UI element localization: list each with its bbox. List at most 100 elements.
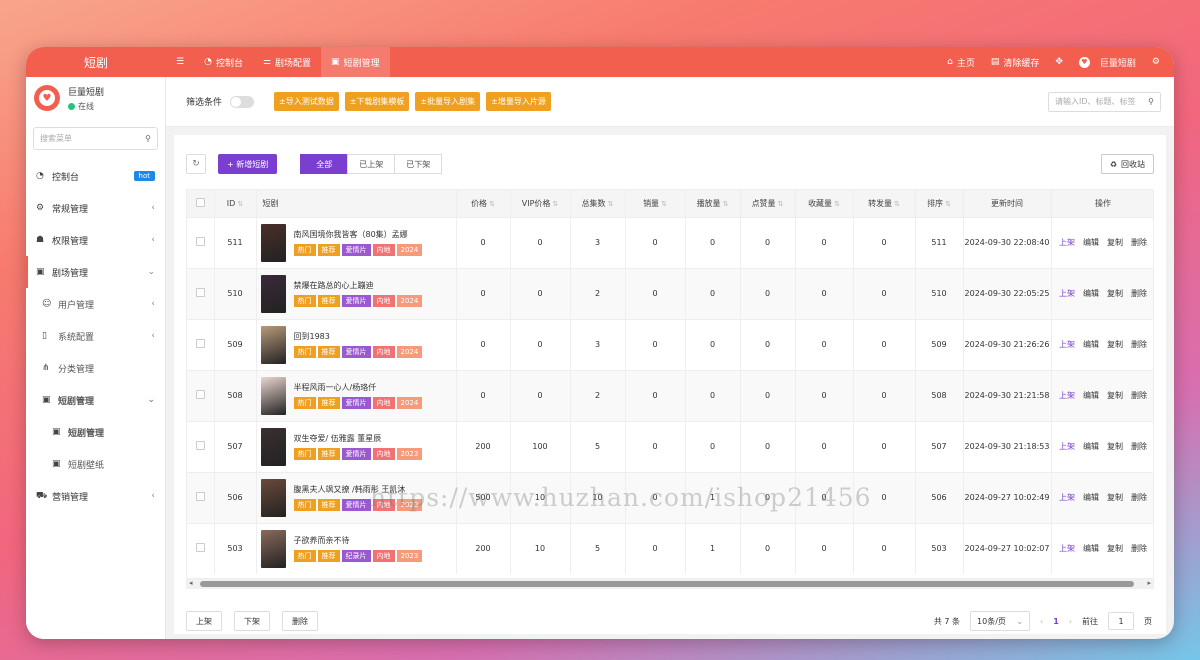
row-copy-link[interactable]: 复制 [1107, 339, 1123, 350]
sidebar-item-drama-group[interactable]: ▣ 短剧管理 ⌄ [26, 384, 165, 416]
drama-title: 禁爆在路总的心上蹦迪 [293, 281, 374, 290]
row-checkbox[interactable] [187, 267, 215, 319]
batch-import-button[interactable]: ±批量导入剧集 [415, 92, 481, 111]
home-link[interactable]: ⌂ 主页 [939, 47, 983, 77]
settings-button[interactable]: ⚙ [1144, 47, 1168, 77]
sidebar-item-marketing[interactable]: ⛟ 营销管理 ‹ [26, 480, 165, 512]
bulk-online-button[interactable]: 上架 [186, 611, 222, 631]
table-row: 507 双生夺爱/ 伍雅露 董星辰 热门 推荐 爱情片 内地 2023 200 100 … [187, 420, 1153, 472]
row-checkbox[interactable] [187, 471, 215, 523]
sidebar-item-drama-wallpaper[interactable]: ▣ 短剧壁纸 [26, 448, 165, 480]
tag-badge: 内地 [372, 550, 395, 563]
row-delete-link[interactable]: 删除 [1131, 390, 1147, 401]
bulk-delete-button[interactable]: 删除 [282, 611, 318, 631]
fullscreen-button[interactable]: ✥ [1047, 47, 1071, 77]
col-sales[interactable]: 销量 ⇅ [625, 190, 686, 217]
row-copy-link[interactable]: 复制 [1107, 543, 1123, 554]
row-delete-link[interactable]: 删除 [1131, 543, 1147, 554]
search-input[interactable]: 请输入ID、标题、标签 ⚲ [1048, 91, 1161, 112]
top-nav-drama-manage[interactable]: ▣ 短剧管理 [321, 47, 390, 77]
row-copy-link[interactable]: 复制 [1107, 237, 1123, 248]
top-nav: ☰ ◔ 控制台 ⚌ 剧场配置 ▣ 短剧管理 [166, 47, 390, 77]
col-plays[interactable]: 播放量 ⇅ [685, 190, 741, 217]
goto-page-input[interactable]: 1 [1108, 612, 1134, 630]
row-delete-link[interactable]: 删除 [1131, 492, 1147, 503]
col-price[interactable]: 价格 ⇅ [456, 190, 511, 217]
row-online-link[interactable]: 上架 [1059, 492, 1075, 503]
download-template-button[interactable]: ±下载剧集模板 [344, 92, 410, 111]
col-id[interactable]: ID ⇅ [214, 190, 257, 217]
incremental-import-button[interactable]: ±增量导入片源 [486, 92, 551, 111]
tab-all[interactable]: 全部 [300, 154, 349, 174]
tab-online[interactable]: 已上架 [347, 154, 396, 174]
col-likes[interactable]: 点赞量 ⇅ [740, 190, 796, 217]
col-total-episodes[interactable]: 总集数 ⇅ [570, 190, 626, 217]
prev-page-icon[interactable]: ‹ [1040, 617, 1043, 626]
row-edit-link[interactable]: 编辑 [1083, 492, 1099, 503]
row-delete-link[interactable]: 删除 [1131, 339, 1147, 350]
row-delete-link[interactable]: 删除 [1131, 441, 1147, 452]
sidebar-search-input[interactable]: 搜索菜单 ⚲ [33, 127, 158, 150]
row-edit-link[interactable]: 编辑 [1083, 237, 1099, 248]
scroll-left-icon[interactable]: ◂ [189, 579, 193, 587]
bulk-offline-button[interactable]: 下架 [234, 611, 270, 631]
top-nav-dashboard[interactable]: ◔ 控制台 [194, 47, 253, 77]
row-online-link[interactable]: 上架 [1059, 288, 1075, 299]
col-shares[interactable]: 转发量 ⇅ [853, 190, 916, 217]
filter-toggle[interactable] [230, 95, 255, 108]
row-copy-link[interactable]: 复制 [1107, 390, 1123, 401]
page-size-select[interactable]: 10条/页 ⌄ [970, 611, 1031, 631]
cell-vip-price: 0 [510, 267, 571, 319]
select-all-checkbox[interactable] [187, 190, 215, 217]
row-delete-link[interactable]: 删除 [1131, 288, 1147, 299]
row-online-link[interactable]: 上架 [1059, 237, 1075, 248]
cell-id: 507 [214, 420, 257, 472]
sidebar-item-drama-manage[interactable]: ▣ 短剧管理 [26, 416, 165, 448]
row-copy-link[interactable]: 复制 [1107, 288, 1123, 299]
refresh-button[interactable]: ↻ [186, 154, 206, 174]
menu-toggle-button[interactable]: ☰ [166, 47, 194, 77]
sidebar-item-category[interactable]: ⋔ 分类管理 [26, 352, 165, 384]
row-online-link[interactable]: 上架 [1059, 543, 1075, 554]
col-vip-price[interactable]: VIP价格 ⇅ [510, 190, 571, 217]
next-page-icon[interactable]: › [1069, 617, 1072, 626]
row-checkbox[interactable] [187, 522, 215, 574]
scroll-right-icon[interactable]: ▸ [1147, 579, 1151, 587]
tab-offline[interactable]: 已下架 [394, 154, 443, 174]
col-sort[interactable]: 排序 ⇅ [915, 190, 964, 217]
row-edit-link[interactable]: 编辑 [1083, 441, 1099, 452]
sort-icon: ⇅ [489, 199, 495, 208]
import-test-data-button[interactable]: ±导入测试数据 [274, 92, 339, 111]
sidebar-item-general[interactable]: ⚙ 常规管理 ‹ [26, 192, 165, 224]
row-checkbox[interactable] [187, 318, 215, 370]
user-menu[interactable]: ♥ 巨量短剧 [1071, 47, 1144, 77]
row-edit-link[interactable]: 编辑 [1083, 288, 1099, 299]
top-nav-theater-config[interactable]: ⚌ 剧场配置 [253, 47, 321, 77]
sidebar-item-system-config[interactable]: ▯ 系统配置 ‹ [26, 320, 165, 352]
row-checkbox[interactable] [187, 369, 215, 421]
row-edit-link[interactable]: 编辑 [1083, 543, 1099, 554]
row-delete-link[interactable]: 删除 [1131, 237, 1147, 248]
row-edit-link[interactable]: 编辑 [1083, 390, 1099, 401]
row-copy-link[interactable]: 复制 [1107, 492, 1123, 503]
row-copy-link[interactable]: 复制 [1107, 441, 1123, 452]
current-page[interactable]: 1 [1053, 617, 1059, 626]
clear-cache-button[interactable]: ▤ 清除缓存 [983, 47, 1048, 77]
row-online-link[interactable]: 上架 [1059, 339, 1075, 350]
horizontal-scrollbar[interactable]: ◂ ▸ [186, 579, 1154, 589]
row-edit-link[interactable]: 编辑 [1083, 339, 1099, 350]
scrollbar-thumb[interactable] [200, 581, 1134, 587]
sidebar-item-users[interactable]: ☺ 用户管理 ‹ [26, 288, 165, 320]
col-favorites[interactable]: 收藏量 ⇅ [795, 190, 854, 217]
row-online-link[interactable]: 上架 [1059, 441, 1075, 452]
add-drama-button[interactable]: + 新增短剧 [218, 154, 278, 174]
row-online-link[interactable]: 上架 [1059, 390, 1075, 401]
sidebar-item-dashboard[interactable]: ◔ 控制台 hot [26, 160, 165, 192]
table-row: 506 腹黑夫人飒又撩 /韩雨彤 王凯沐 热门 推荐 爱情片 内地 2023 500 1… [187, 471, 1153, 523]
sidebar-item-permission[interactable]: ☗ 权限管理 ‹ [26, 224, 165, 256]
row-checkbox[interactable] [187, 216, 215, 268]
sidebar-item-theater[interactable]: ▣ 剧场管理 ⌄ [26, 256, 165, 288]
drama-table: ID ⇅ 短剧 价格 ⇅ VIP价格 ⇅ 总集数 ⇅ 销量 ⇅ 播放量 ⇅ 点赞量 ⇅ 收藏量… [186, 189, 1154, 579]
recycle-bin-button[interactable]: ♻ 回收站 [1100, 154, 1154, 174]
row-checkbox[interactable] [187, 420, 215, 472]
